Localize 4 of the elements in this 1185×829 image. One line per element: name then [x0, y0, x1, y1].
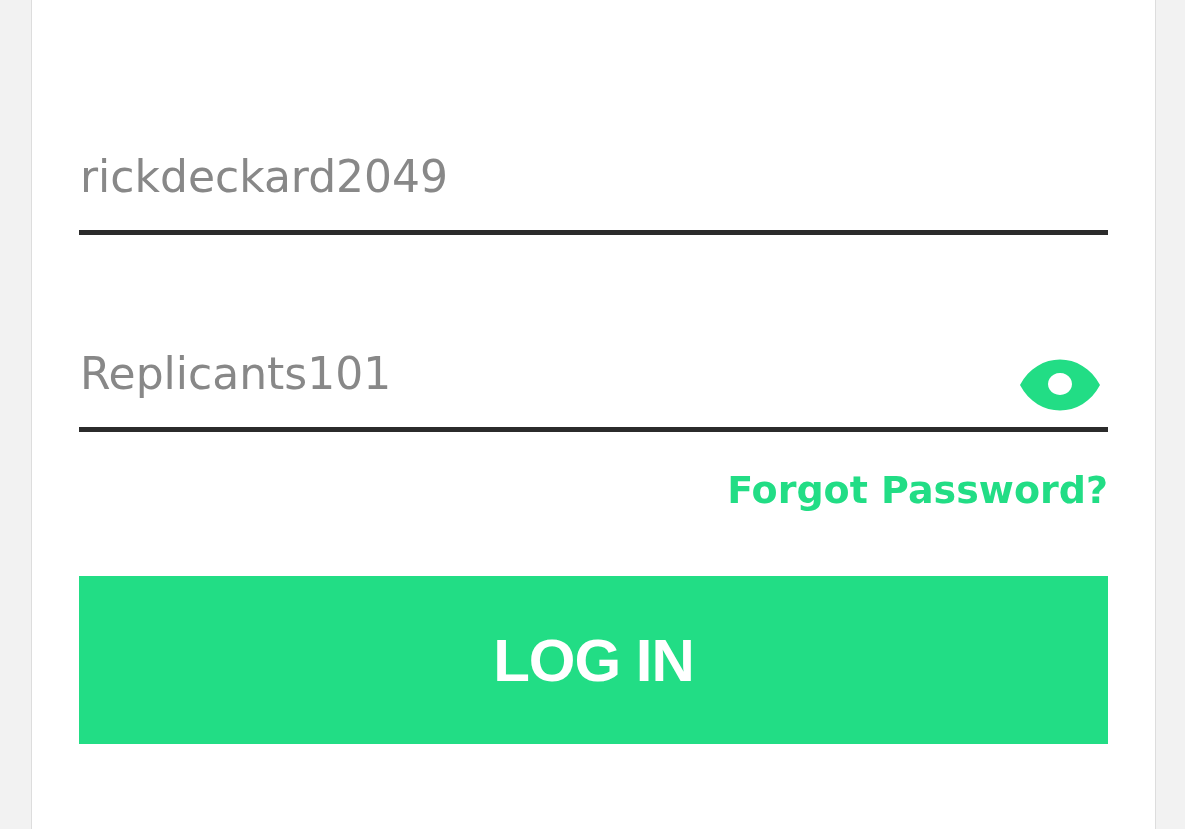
username-field[interactable]: rickdeckard2049 — [79, 130, 1108, 235]
eye-icon[interactable] — [1020, 359, 1100, 411]
login-button[interactable]: LOG IN — [79, 576, 1108, 744]
forgot-password-link[interactable]: Forgot Password? — [727, 468, 1108, 512]
